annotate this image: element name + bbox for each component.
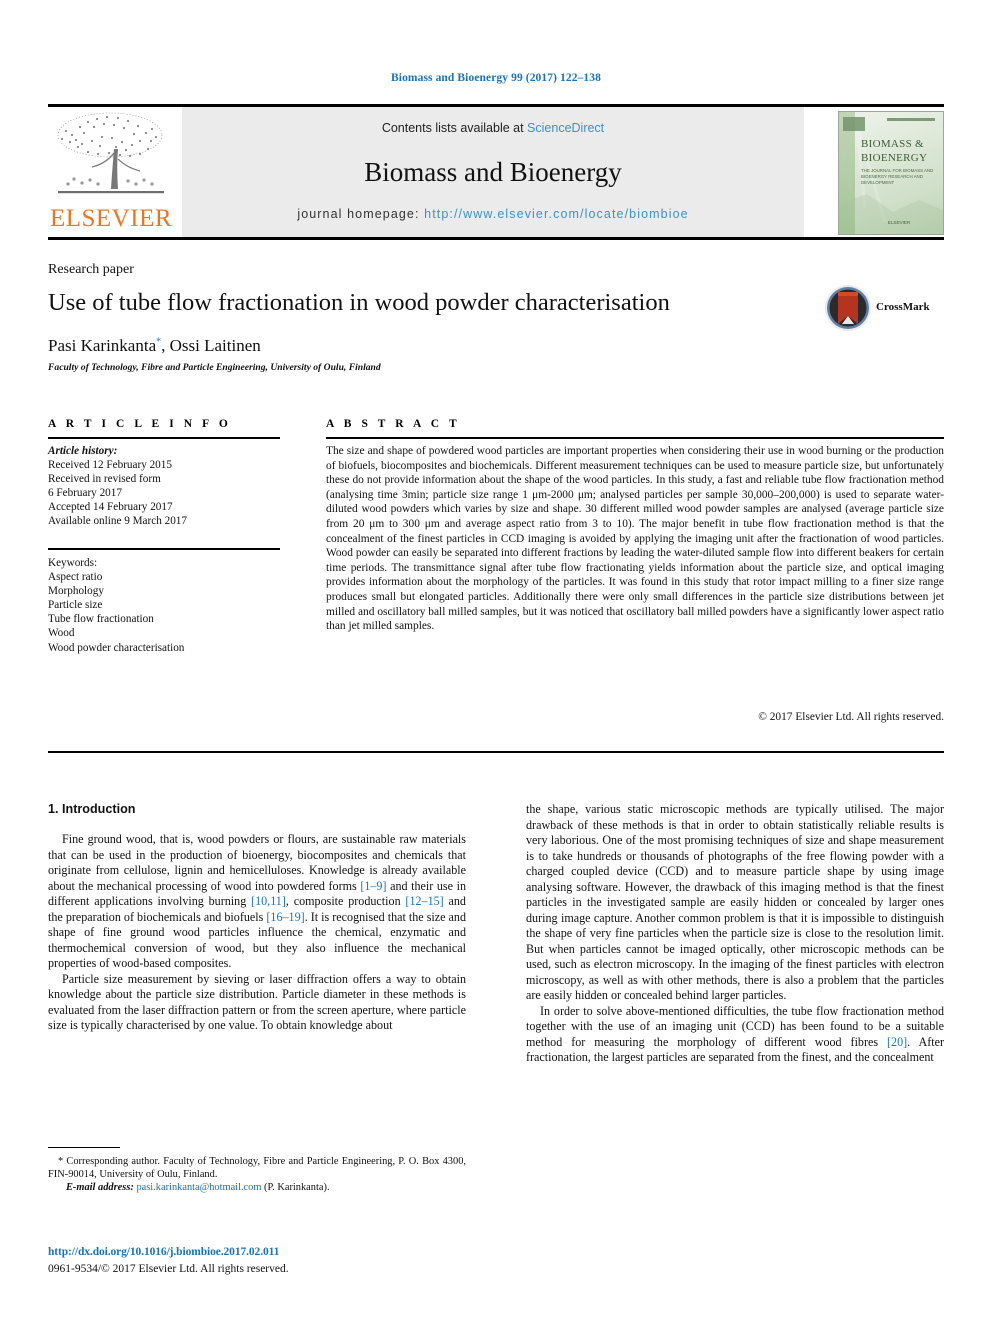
corresponding-author-text: Corresponding author. Faculty of Technol… xyxy=(48,1156,466,1181)
abstract-rule xyxy=(326,437,944,439)
journal-title: Biomass and Bioenergy xyxy=(364,157,622,187)
article-type: Research paper xyxy=(48,262,134,277)
p4-seg-a: In order to solve above-mentioned diffic… xyxy=(526,1003,944,1049)
cover-elsevier-mark-icon xyxy=(843,117,865,131)
cover-publisher: ELSEVIER xyxy=(887,220,911,225)
keyword-item: Wood powder characterisation xyxy=(48,641,185,654)
journal-masthead: ELSEVIER Contents lists available at Sci… xyxy=(48,104,944,240)
masthead-center-panel: Contents lists available at ScienceDirec… xyxy=(182,107,804,237)
cover-subtitle: THE JOURNAL FOR BIOMASS AND BIOENERGY RE… xyxy=(861,168,934,185)
keywords-divider-rule xyxy=(48,548,280,550)
history-item: Accepted 14 February 2017 xyxy=(48,501,173,514)
doi-link[interactable]: http://dx.doi.org/10.1016/j.biombioe.201… xyxy=(48,1246,279,1258)
keyword-item: Particle size xyxy=(48,599,103,612)
author-list: Pasi Karinkanta*, Ossi Laitinen xyxy=(48,336,808,356)
abstract-bottom-rule xyxy=(48,751,944,753)
crossmark-label: CrossMark xyxy=(876,301,930,313)
abstract-copyright: © 2017 Elsevier Ltd. All rights reserved… xyxy=(758,711,944,723)
homepage-prefix: journal homepage: xyxy=(297,207,425,221)
citation-ref[interactable]: [1–9] xyxy=(360,879,386,893)
paragraph-intro-1: Fine ground wood, that is, wood powders … xyxy=(48,832,466,972)
email-suffix: (P. Karinkanta). xyxy=(261,1182,330,1194)
article-info-heading: A R T I C L E I N F O xyxy=(48,418,232,430)
contents-prefix: Contents lists available at xyxy=(381,121,528,135)
author-secondary: , Ossi Laitinen xyxy=(161,336,261,355)
cover-top-rule xyxy=(887,118,935,121)
p1-seg-c: , composite production xyxy=(285,894,406,908)
footnote-block: * Corresponding author. Faculty of Techn… xyxy=(48,1155,466,1195)
elsevier-wordmark: ELSEVIER xyxy=(49,205,173,232)
citation-ref[interactable]: [16–19] xyxy=(266,910,304,924)
email-link[interactable]: pasi.karinkanta@hotmail.com xyxy=(136,1182,261,1193)
author-primary: Pasi Karinkanta xyxy=(48,336,157,355)
abstract-heading: A B S T R A C T xyxy=(326,418,461,430)
footnote-rule xyxy=(48,1147,120,1149)
email-label: E-mail address: xyxy=(66,1182,134,1194)
history-item: Available online 9 March 2017 xyxy=(48,515,187,528)
keyword-item: Morphology xyxy=(48,585,104,598)
article-history-label: Article history: xyxy=(48,445,118,457)
sciencedirect-link[interactable]: ScienceDirect xyxy=(527,121,604,135)
history-item: 6 February 2017 xyxy=(48,487,122,500)
paper-page: Biomass and Bioenergy 99 (2017) 122–138 xyxy=(0,0,992,1323)
history-item: Received 12 February 2015 xyxy=(48,459,172,472)
keyword-item: Tube flow fractionation xyxy=(48,613,154,626)
running-head: Biomass and Bioenergy 99 (2017) 122–138 xyxy=(391,72,601,84)
journal-homepage-line: journal homepage: http://www.elsevier.co… xyxy=(182,207,804,221)
body-column-right: the shape, various static microscopic me… xyxy=(526,802,944,1066)
abstract-text: The size and shape of powdered wood part… xyxy=(326,445,944,633)
crossmark-icon xyxy=(825,285,871,331)
journal-homepage-link[interactable]: http://www.elsevier.com/locate/biombioe xyxy=(424,207,689,221)
contents-available-line: Contents lists available at ScienceDirec… xyxy=(182,121,804,135)
section-heading-introduction: 1. Introduction xyxy=(48,802,136,816)
journal-cover-thumbnail: BIOMASS & BIOENERGY THE JOURNAL FOR BIOM… xyxy=(838,111,944,235)
keyword-item: Aspect ratio xyxy=(48,571,103,584)
paragraph-intro-2: Particle size measurement by sieving or … xyxy=(48,971,466,1033)
email-note: E-mail address: pasi.karinkanta@hotmail.… xyxy=(48,1181,466,1194)
author-affiliation: Faculty of Technology, Fibre and Particl… xyxy=(48,362,381,373)
page-title: Use of tube flow fractionation in wood p… xyxy=(48,289,670,316)
issn-copyright-line: 0961-9534/© 2017 Elsevier Ltd. All right… xyxy=(48,1263,289,1275)
history-item: Received in revised form xyxy=(48,473,161,486)
elsevier-logo: ELSEVIER xyxy=(48,109,174,235)
keywords-block: Keywords: Aspect ratio Morphology Partic… xyxy=(48,556,280,655)
citation-ref[interactable]: [20] xyxy=(887,1035,907,1049)
paragraph-intro-4: In order to solve above-mentioned diffic… xyxy=(526,1004,944,1066)
citation-ref[interactable]: [10,11] xyxy=(251,894,286,908)
body-column-left: Fine ground wood, that is, wood powders … xyxy=(48,832,466,1034)
article-info-rule xyxy=(48,437,280,439)
keyword-item: Wood xyxy=(48,627,75,640)
cover-title-line1: BIOMASS & xyxy=(861,138,924,150)
crossmark-badge[interactable]: CrossMark xyxy=(824,284,930,336)
elsevier-tree-icon xyxy=(52,109,170,203)
paragraph-intro-3: the shape, various static microscopic me… xyxy=(526,802,944,1002)
corresponding-author-note: * Corresponding author. Faculty of Techn… xyxy=(48,1155,466,1181)
citation-ref[interactable]: [12–15] xyxy=(405,894,443,908)
article-history-block: Article history: Received 12 February 20… xyxy=(48,444,280,529)
keywords-label: Keywords: xyxy=(48,557,98,569)
cover-title-line2: BIOENERGY xyxy=(861,152,928,164)
